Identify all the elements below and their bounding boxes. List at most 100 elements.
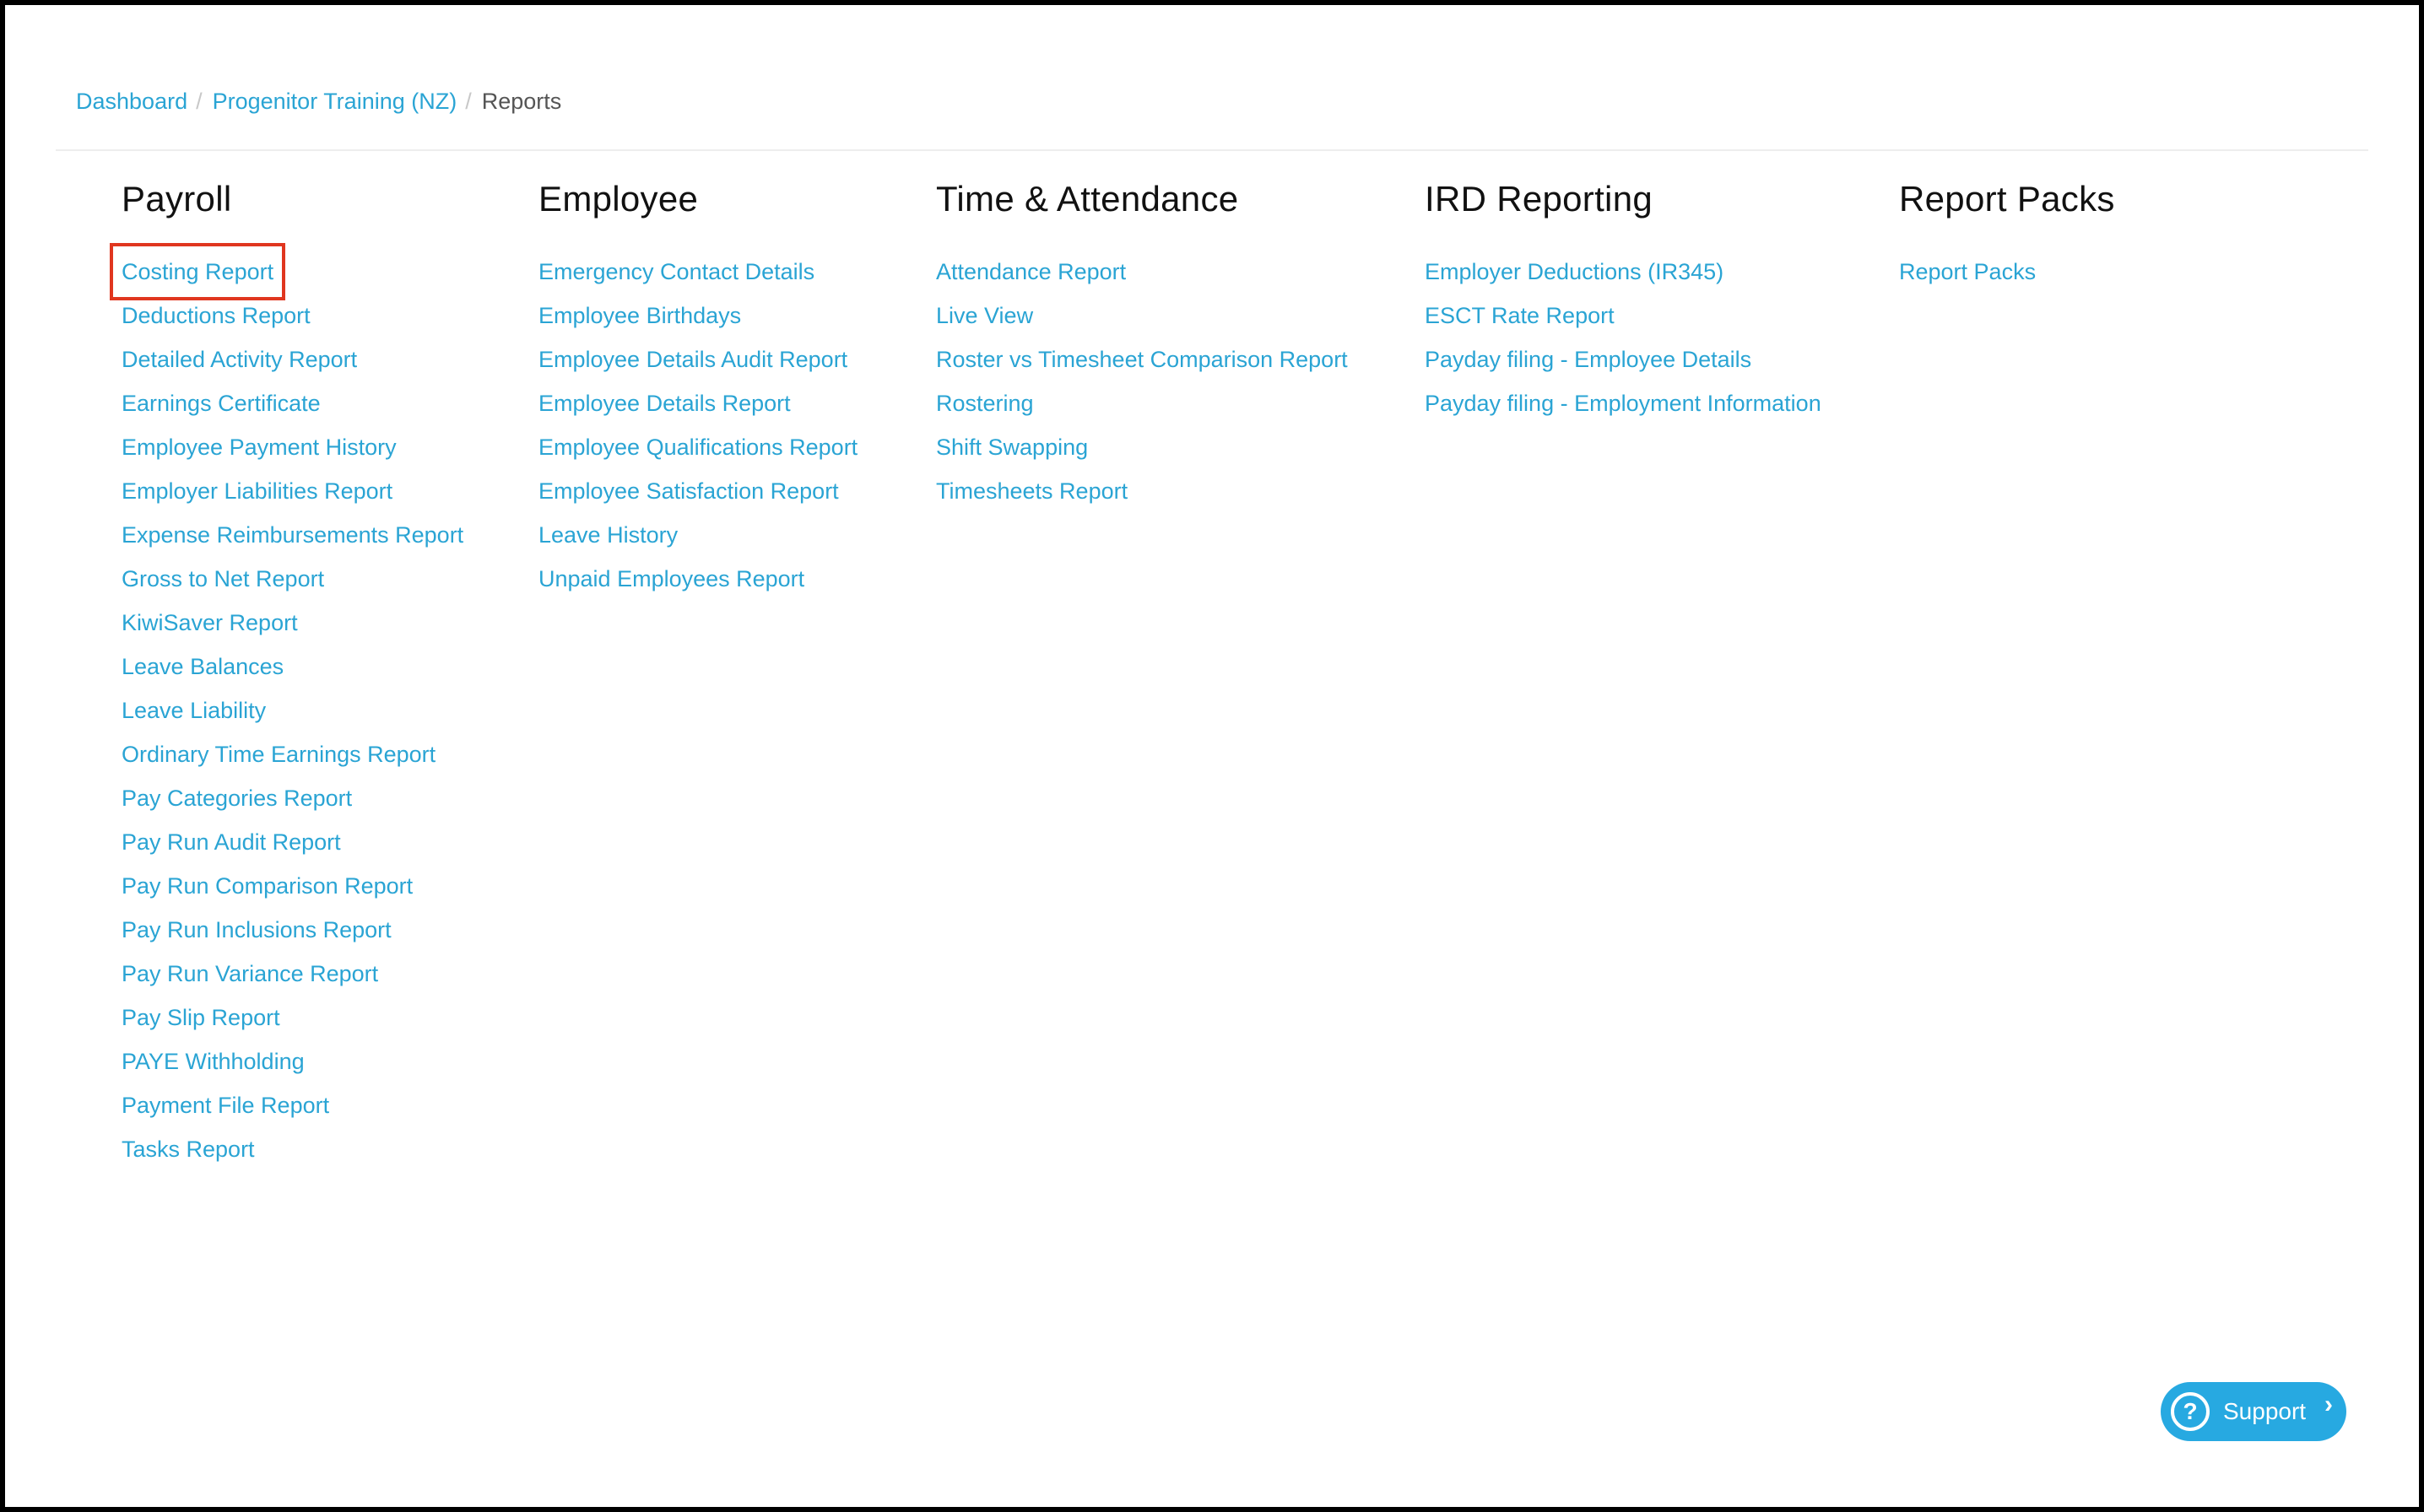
report-list-item: Employee Qualifications Report [538,430,858,474]
report-link[interactable]: Costing Report [109,243,286,300]
question-circle-icon: ? [2171,1392,2210,1431]
report-link[interactable]: Employer Deductions (IR345) [1425,255,1723,289]
report-link[interactable]: Payday filing - Employee Details [1425,343,1751,376]
report-list-item: Pay Run Inclusions Report [122,913,463,957]
ird-reporting-report-list: Employer Deductions (IR345) ESCT Rate Rep… [1425,255,1821,430]
section-title-report-packs: Report Packs [1899,179,2115,219]
report-list-item: Timesheets Report [936,474,1348,518]
report-list-item: Payday filing - Employment Information [1425,386,1821,430]
report-list-item: Deductions Report [122,299,463,343]
report-link[interactable]: Payday filing - Employment Information [1425,386,1821,420]
report-list-item: Shift Swapping [936,430,1348,474]
report-list-item: Detailed Activity Report [122,343,463,386]
report-list-item: Gross to Net Report [122,562,463,606]
report-link[interactable]: Employee Satisfaction Report [538,474,839,508]
payroll-column: Payroll Costing Report Deductions Report D… [109,174,463,1162]
report-link[interactable]: Tasks Report [122,1132,255,1166]
report-list-item: Pay Run Comparison Report [122,869,463,913]
report-link[interactable]: Employee Details Audit Report [538,343,847,376]
report-list-item: Earnings Certificate [122,386,463,430]
report-link[interactable]: Live View [936,299,1033,332]
report-link[interactable]: Earnings Certificate [122,386,321,420]
report-link[interactable]: Report Packs [1899,255,2036,289]
report-packs-list: Report Packs [1899,255,2036,299]
report-link[interactable]: Leave History [538,518,678,552]
report-link[interactable]: Roster vs Timesheet Comparison Report [936,343,1348,376]
report-list-item: Pay Run Audit Report [122,825,463,869]
report-link[interactable]: Payment File Report [122,1088,329,1122]
report-list-item: PAYE Withholding [122,1045,463,1088]
ird-reporting-column: IRD Reporting Employer Deductions (IR345… [1425,174,1821,416]
report-list-item: Attendance Report [936,255,1348,299]
report-link[interactable]: Expense Reimbursements Report [122,518,463,552]
report-link[interactable]: Unpaid Employees Report [538,562,804,596]
report-link[interactable]: Emergency Contact Details [538,255,814,289]
report-list-item: Employer Liabilities Report [122,474,463,518]
report-link[interactable]: ESCT Rate Report [1425,299,1615,332]
report-link[interactable]: Employee Qualifications Report [538,430,858,464]
support-button[interactable]: ? Support › [2161,1382,2346,1441]
report-list-item: Employee Birthdays [538,299,858,343]
report-list-item: Unpaid Employees Report [538,562,858,606]
breadcrumb: Dashboard / Progenitor Training (NZ) / R… [76,84,561,118]
report-list-item: Report Packs [1899,255,2036,299]
report-link[interactable]: Pay Run Inclusions Report [122,913,392,947]
report-link[interactable]: Pay Slip Report [122,1001,280,1034]
report-link[interactable]: Leave Liability [122,694,266,727]
report-link[interactable]: Employee Details Report [538,386,791,420]
section-title-time-attendance: Time & Attendance [936,179,1239,219]
report-link[interactable]: Attendance Report [936,255,1126,289]
report-list-item: Pay Slip Report [122,1001,463,1045]
report-link[interactable]: Employer Liabilities Report [122,474,392,508]
section-title-employee: Employee [538,179,699,219]
report-link[interactable]: Detailed Activity Report [122,343,357,376]
report-link[interactable]: Employee Birthdays [538,299,741,332]
chevron-right-icon: › [2324,1390,2333,1418]
time-attendance-column: Time & Attendance Attendance Report Live … [936,174,1348,504]
section-title-ird-reporting: IRD Reporting [1425,179,1653,219]
breadcrumb-separator: / [465,88,472,114]
report-list-item: Employee Payment History [122,430,463,474]
report-list-item: Employer Deductions (IR345) [1425,255,1821,299]
report-list-item: ESCT Rate Report [1425,299,1821,343]
report-list-item: Live View [936,299,1348,343]
report-list-item: Pay Categories Report [122,781,463,825]
support-label: Support [2223,1398,2307,1424]
report-link[interactable]: Pay Categories Report [122,781,352,815]
report-link[interactable]: Leave Balances [122,650,284,683]
report-list-item: Costing Report [109,243,463,300]
report-link[interactable]: Shift Swapping [936,430,1088,464]
report-link[interactable]: Timesheets Report [936,474,1128,508]
report-list-item: Rostering [936,386,1348,430]
report-list-item: Employee Details Audit Report [538,343,858,386]
report-link[interactable]: Ordinary Time Earnings Report [122,737,436,771]
report-link[interactable]: Deductions Report [122,299,311,332]
report-list-item: Payment File Report [122,1088,463,1132]
report-link[interactable]: Pay Run Comparison Report [122,869,413,903]
report-link[interactable]: PAYE Withholding [122,1045,305,1078]
breadcrumb-separator: / [196,88,203,114]
report-link[interactable]: Employee Payment History [122,430,397,464]
report-list-item: Roster vs Timesheet Comparison Report [936,343,1348,386]
report-list-item: Leave Liability [122,694,463,737]
report-link[interactable]: Rostering [936,386,1034,420]
report-list-item: Employee Satisfaction Report [538,474,858,518]
report-list-item: Payday filing - Employee Details [1425,343,1821,386]
report-list-item: Pay Run Variance Report [122,957,463,1001]
report-list-item: Ordinary Time Earnings Report [122,737,463,781]
report-link[interactable]: KiwiSaver Report [122,606,298,640]
report-list-item: Leave History [538,518,858,562]
report-packs-column: Report Packs Report Packs [1899,174,2115,284]
breadcrumb-company[interactable]: Progenitor Training (NZ) [213,89,457,115]
payroll-report-list: Costing Report Deductions Report Detailed … [109,243,463,1176]
time-attendance-report-list: Attendance Report Live View Roster vs Time… [936,255,1348,518]
report-link[interactable]: Pay Run Variance Report [122,957,378,991]
report-link[interactable]: Gross to Net Report [122,562,324,596]
section-title-payroll: Payroll [122,179,232,219]
report-list-item: Tasks Report [122,1132,463,1176]
breadcrumb-dashboard[interactable]: Dashboard [76,89,187,115]
employee-report-list: Emergency Contact Details Employee Birthd… [538,255,858,606]
breadcrumb-current: Reports [481,88,562,114]
employee-column: Employee Emergency Contact Details Employ… [538,174,858,591]
report-link[interactable]: Pay Run Audit Report [122,825,341,859]
